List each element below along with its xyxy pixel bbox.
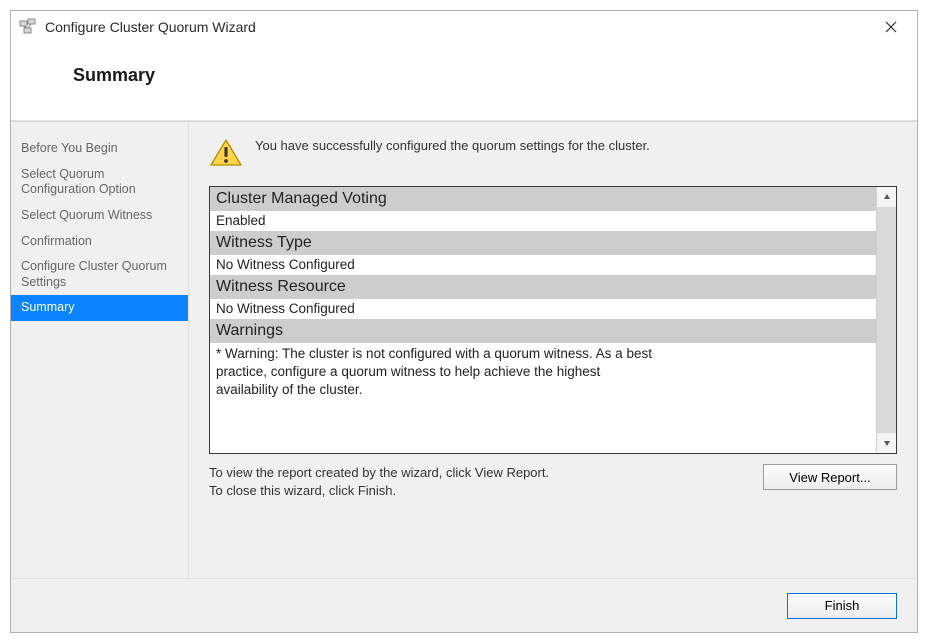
- report-section-header: Witness Type: [210, 231, 876, 255]
- report-content: Cluster Managed Voting Enabled Witness T…: [210, 187, 876, 453]
- sidebar-item-before-you-begin[interactable]: Before You Begin: [11, 136, 188, 162]
- scroll-up-arrow[interactable]: [877, 187, 896, 207]
- app-icon: [19, 18, 37, 36]
- sidebar-item-configure-settings[interactable]: Configure Cluster Quorum Settings: [11, 254, 188, 295]
- report-section-value: Enabled: [210, 211, 876, 231]
- report-scrollbar[interactable]: [876, 187, 896, 453]
- status-message-row: You have successfully configured the quo…: [209, 136, 897, 168]
- finish-button[interactable]: Finish: [787, 593, 897, 619]
- report-section-value: No Witness Configured: [210, 299, 876, 319]
- scroll-down-arrow[interactable]: [877, 433, 896, 453]
- sidebar: Before You Begin Select Quorum Configura…: [11, 122, 189, 578]
- hint-line-1: To view the report created by the wizard…: [209, 465, 549, 480]
- content-pane: You have successfully configured the quo…: [189, 122, 917, 578]
- sidebar-item-confirmation[interactable]: Confirmation: [11, 229, 188, 255]
- hint-text: To view the report created by the wizard…: [209, 464, 549, 499]
- status-message: You have successfully configured the quo…: [255, 136, 650, 153]
- report-section-value: * Warning: The cluster is not configured…: [210, 343, 670, 403]
- report-section-header: Cluster Managed Voting: [210, 187, 876, 211]
- wizard-footer: Finish: [11, 578, 917, 632]
- close-button[interactable]: [871, 13, 911, 41]
- scroll-track[interactable]: [877, 207, 896, 433]
- sidebar-item-select-quorum-witness[interactable]: Select Quorum Witness: [11, 203, 188, 229]
- page-header: Summary: [11, 43, 917, 121]
- view-report-button[interactable]: View Report...: [763, 464, 897, 490]
- report-section-header: Witness Resource: [210, 275, 876, 299]
- warning-icon: [209, 138, 243, 168]
- report-section-value: No Witness Configured: [210, 255, 876, 275]
- report-box: Cluster Managed Voting Enabled Witness T…: [209, 186, 897, 454]
- hint-row: To view the report created by the wizard…: [209, 454, 897, 499]
- sidebar-item-summary[interactable]: Summary: [11, 295, 188, 321]
- window-title: Configure Cluster Quorum Wizard: [45, 19, 256, 35]
- wizard-body: Before You Begin Select Quorum Configura…: [11, 121, 917, 578]
- page-title: Summary: [73, 65, 155, 85]
- titlebar: Configure Cluster Quorum Wizard: [11, 11, 917, 43]
- sidebar-item-select-quorum-config[interactable]: Select Quorum Configuration Option: [11, 162, 188, 203]
- report-section-header: Warnings: [210, 319, 876, 343]
- wizard-window: Configure Cluster Quorum Wizard Summary …: [10, 10, 918, 633]
- hint-line-2: To close this wizard, click Finish.: [209, 483, 396, 498]
